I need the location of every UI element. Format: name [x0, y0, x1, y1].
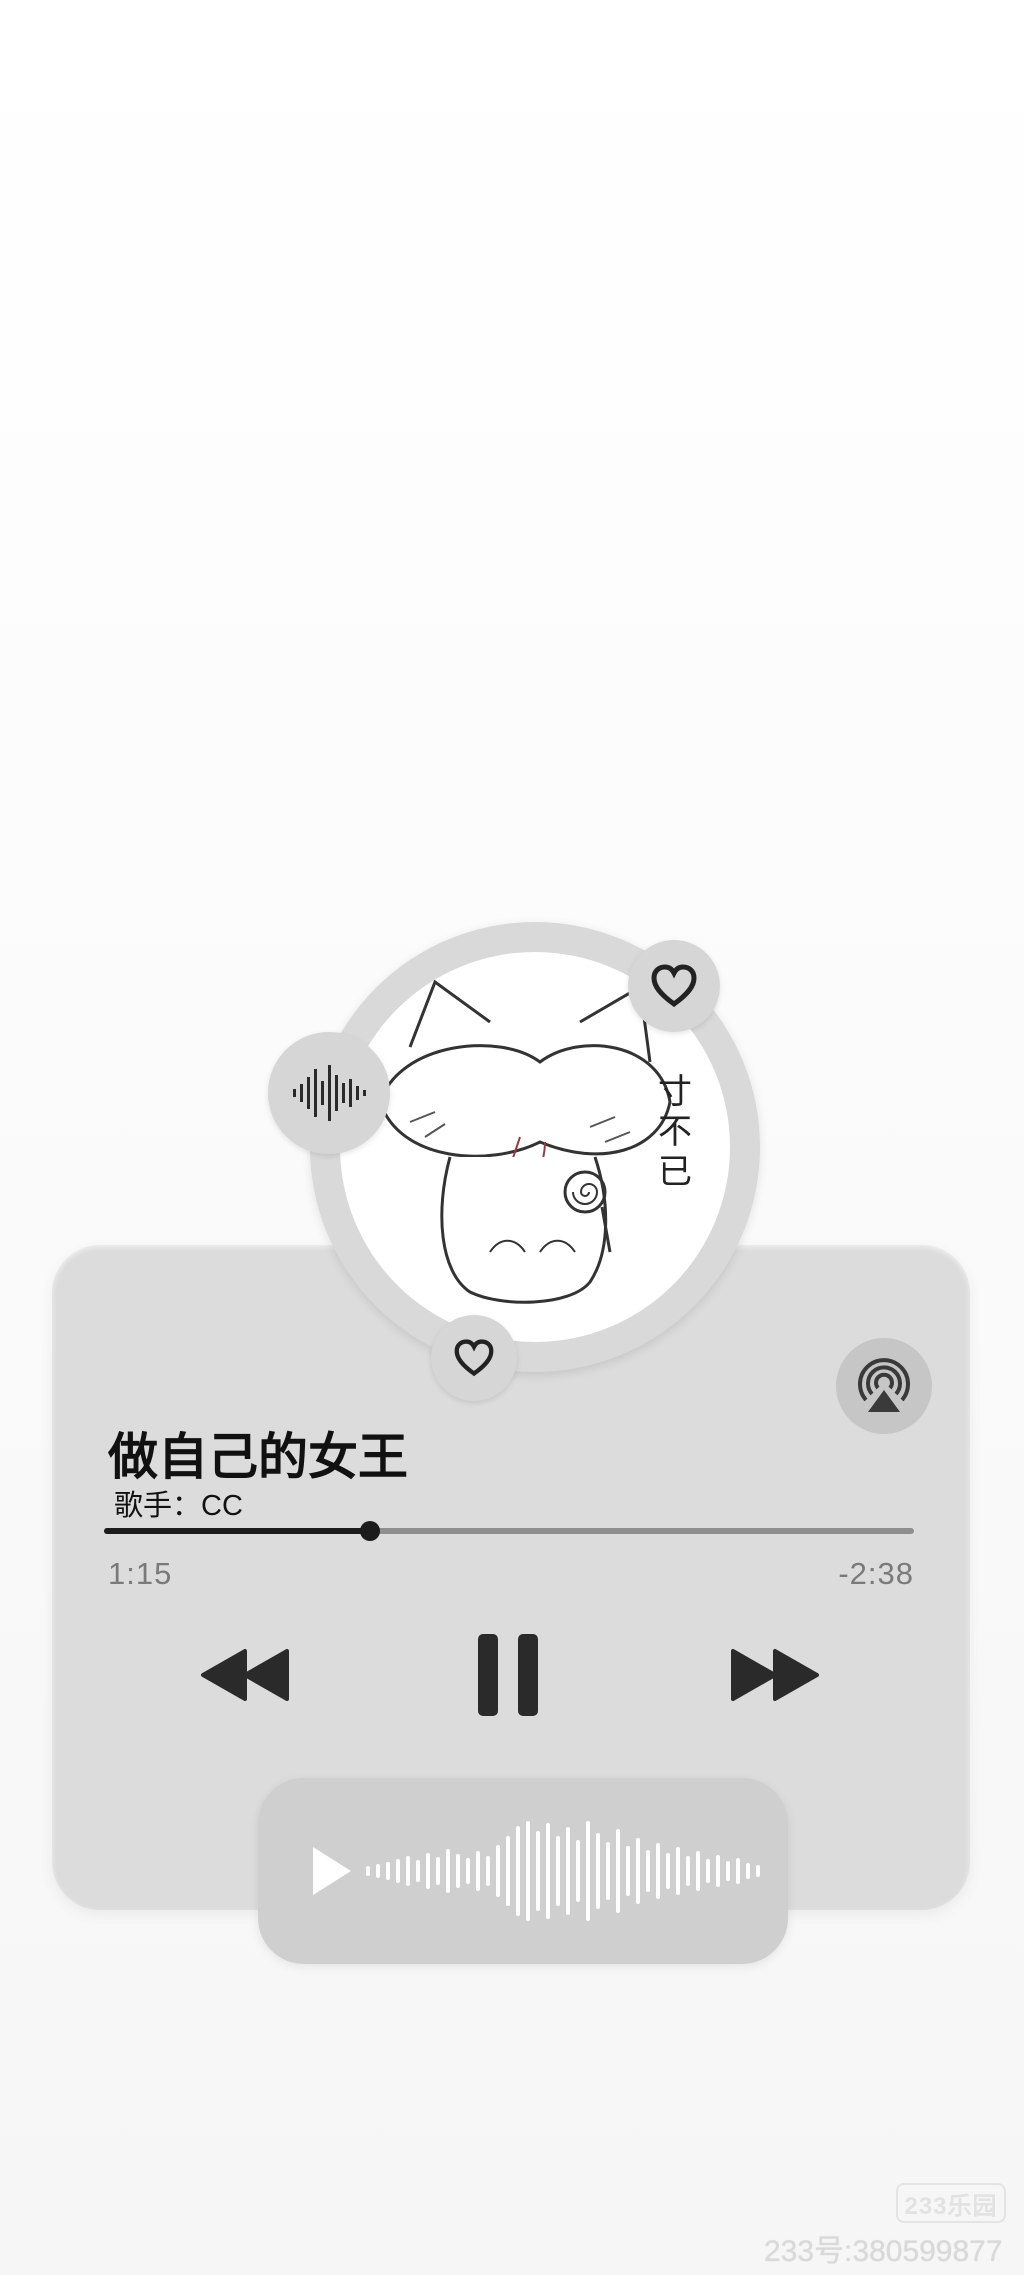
waveform-bar	[516, 1826, 520, 1916]
time-remaining: -2:38	[838, 1556, 914, 1591]
audio-waveform	[366, 1821, 760, 1921]
play-icon	[313, 1847, 351, 1895]
waveform-bar	[626, 1846, 630, 1896]
artist-label: 歌手：CC	[114, 1490, 243, 1522]
mini-play-button[interactable]	[296, 1836, 366, 1906]
airplay-icon	[858, 1358, 910, 1412]
heart-icon	[651, 964, 697, 1008]
waveform-bar	[396, 1859, 400, 1883]
waveform-bar	[436, 1857, 440, 1885]
time-elapsed: 1:15	[108, 1556, 173, 1591]
waveform-bar	[566, 1827, 570, 1915]
wallpaper-page: 寸不已 做自己的女王 歌手：CC 1:15 -2:38 233乐园 233号:3…	[0, 0, 1024, 2275]
waveform-bar	[726, 1861, 730, 1881]
waveform-bar	[696, 1851, 700, 1891]
waveform-bar	[496, 1845, 500, 1897]
waveform-bar	[656, 1843, 660, 1899]
waveform-bar	[596, 1833, 600, 1909]
waveform-bar	[556, 1836, 560, 1906]
progress-fill	[104, 1528, 370, 1534]
waveform-bar	[746, 1863, 750, 1879]
waveform-bar	[446, 1849, 450, 1893]
watermark-id: 233号:380599877	[764, 2235, 1003, 2268]
waveform-bar	[576, 1840, 580, 1902]
waveform-bar	[476, 1851, 480, 1891]
waveform-bar	[606, 1842, 610, 1900]
waveform-bar	[666, 1853, 670, 1889]
waveform-bar	[536, 1831, 540, 1911]
heart-icon	[454, 1339, 494, 1377]
progress-knob[interactable]	[359, 1521, 380, 1541]
waveform-bar	[756, 1865, 760, 1877]
waveform-bar	[416, 1860, 420, 1882]
waveform-bar	[616, 1829, 620, 1913]
waveform-bar	[676, 1847, 680, 1895]
waveform-bar	[406, 1856, 410, 1886]
waveform-bar	[486, 1856, 490, 1886]
rewind-icon	[201, 1649, 289, 1701]
favorite-button-bottom[interactable]	[431, 1315, 517, 1401]
waveform-bar	[456, 1854, 460, 1888]
waveform-bar	[586, 1821, 590, 1921]
song-title: 做自己的女王	[108, 1429, 408, 1485]
waveform-bar	[716, 1855, 720, 1887]
mini-player	[258, 1778, 788, 1964]
waveform-bubble[interactable]	[268, 1032, 390, 1154]
watermark-logo: 233乐园	[896, 2183, 1006, 2223]
waveform-bar	[376, 1864, 380, 1878]
airplay-button[interactable]	[836, 1338, 932, 1434]
fast-forward-icon	[731, 1649, 819, 1701]
waveform-bar	[736, 1858, 740, 1884]
waveform-bar	[466, 1858, 470, 1884]
waveform-bar	[686, 1856, 690, 1886]
waveform-bar	[526, 1821, 530, 1921]
waveform-bar	[366, 1866, 370, 1876]
waveform-bar	[426, 1853, 430, 1889]
pause-button[interactable]	[468, 1630, 548, 1720]
waveform-bar	[636, 1838, 640, 1904]
waveform-bar	[386, 1862, 390, 1880]
waveform-icon	[293, 1065, 366, 1121]
favorite-button-top[interactable]	[628, 940, 720, 1032]
album-art-handwriting: 寸不已	[658, 1072, 692, 1192]
waveform-bar	[706, 1859, 710, 1883]
progress-bar[interactable]	[104, 1521, 914, 1541]
fast-forward-button[interactable]	[725, 1640, 825, 1710]
waveform-bar	[646, 1850, 650, 1892]
pause-icon	[478, 1634, 538, 1716]
waveform-bar	[546, 1823, 550, 1919]
waveform-bar	[506, 1836, 510, 1906]
rewind-button[interactable]	[195, 1640, 295, 1710]
